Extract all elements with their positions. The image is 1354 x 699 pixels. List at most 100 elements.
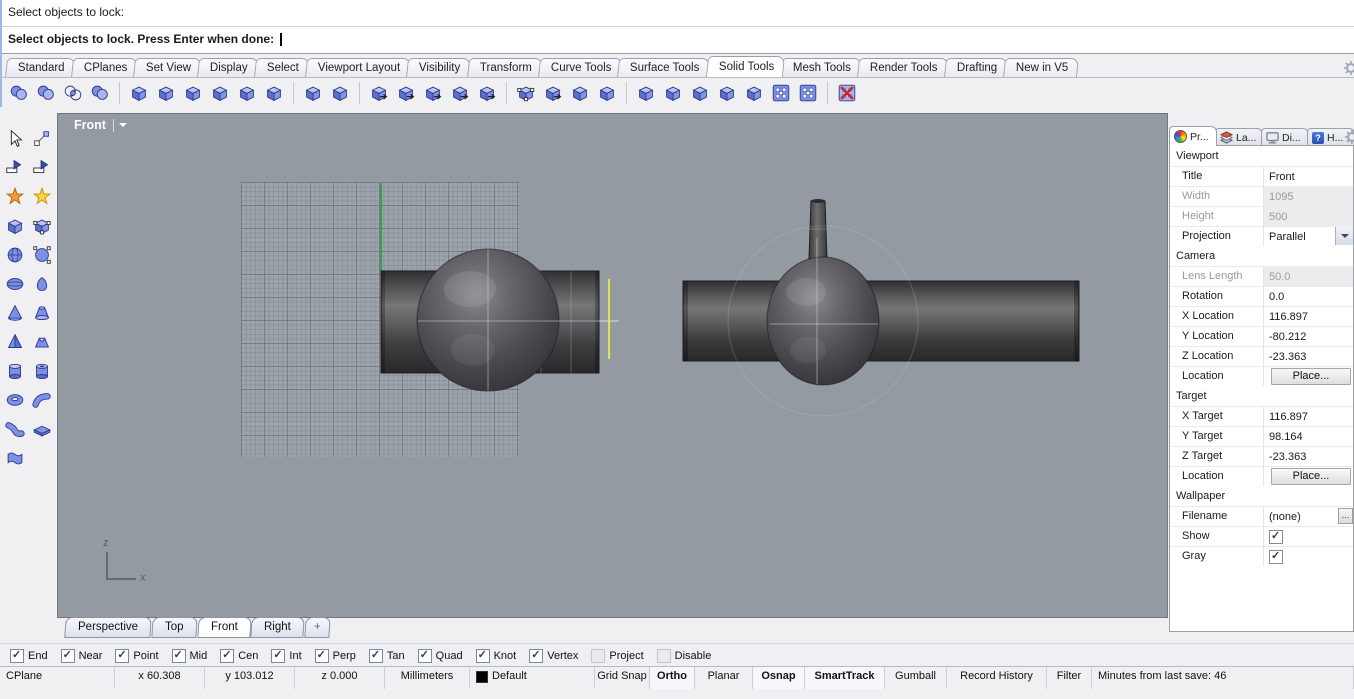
panel-row-value[interactable]: Parallel: [1263, 227, 1353, 246]
menu-tab-set-view[interactable]: Set View: [133, 58, 203, 77]
extrude-both-sides-icon[interactable]: [448, 81, 472, 105]
boolean-intersection-icon[interactable]: [61, 81, 85, 105]
status-minutes-from-last-save-46[interactable]: Minutes from last save: 46: [1092, 667, 1354, 689]
menu-tab-display[interactable]: Display: [197, 58, 260, 77]
move-hole-icon[interactable]: [715, 81, 739, 105]
osnap-item-tan[interactable]: Tan: [368, 648, 405, 663]
checkbox-int[interactable]: [271, 648, 286, 663]
viewport-title-menu[interactable]: Front: [74, 118, 127, 132]
ball-valve-model-right[interactable]: [682, 199, 1080, 417]
solid-points-on-icon[interactable]: [514, 81, 538, 105]
box-icon[interactable]: [301, 81, 325, 105]
control-points-on-icon[interactable]: [30, 127, 54, 151]
place-button[interactable]: Place...: [1271, 368, 1351, 385]
show-objects-icon[interactable]: [30, 156, 54, 180]
menu-tab-render-tools[interactable]: Render Tools: [856, 58, 949, 77]
panel-value-text[interactable]: -23.363: [1269, 448, 1306, 466]
round-hole-icon[interactable]: [634, 81, 658, 105]
status-y-103-012[interactable]: y 103.012: [205, 667, 295, 689]
viewport-tab-right[interactable]: Right: [250, 617, 306, 638]
place-hole-icon[interactable]: [661, 81, 685, 105]
truncated-pyramid-icon[interactable]: [30, 330, 54, 354]
checkbox-cen[interactable]: [220, 648, 235, 663]
checkbox-show[interactable]: [1269, 529, 1283, 544]
checkbox-tan[interactable]: [368, 648, 383, 663]
checkbox-project[interactable]: [591, 648, 606, 663]
boolean-two-objects-icon[interactable]: [88, 81, 112, 105]
box-diagonal-icon[interactable]: [328, 81, 352, 105]
osnap-item-mid[interactable]: Mid: [171, 648, 207, 663]
extrude-to-boundary-icon[interactable]: [475, 81, 499, 105]
checkbox-point[interactable]: [115, 648, 130, 663]
menu-tab-standard[interactable]: Standard: [5, 58, 76, 77]
menu-tab-select[interactable]: Select: [254, 58, 311, 77]
cone-icon[interactable]: [3, 301, 27, 325]
checkbox-disable[interactable]: [656, 648, 671, 663]
status-grid-snap[interactable]: Grid Snap: [595, 667, 650, 689]
status-cplane[interactable]: CPlane: [0, 667, 115, 689]
tab-options-gear-icon[interactable]: [1344, 61, 1354, 75]
boolean-difference-icon[interactable]: [34, 81, 58, 105]
viewport-tab-top[interactable]: Top: [151, 617, 198, 638]
checkbox-vertex[interactable]: [529, 648, 544, 663]
slab-icon[interactable]: [367, 81, 391, 105]
status-record-history[interactable]: Record History: [947, 667, 1047, 689]
array-hole-polar-icon[interactable]: [769, 81, 793, 105]
checkbox-knot[interactable]: [475, 648, 490, 663]
panel-value-text[interactable]: 0.0: [1269, 288, 1284, 306]
panel-row-value[interactable]: Front: [1263, 167, 1353, 186]
extrude-surface-icon[interactable]: [394, 81, 418, 105]
dropdown-arrow-button[interactable]: [1335, 227, 1353, 245]
panel-row-value[interactable]: -23.363: [1263, 447, 1353, 466]
osnap-item-project[interactable]: Project: [591, 648, 644, 663]
status-gumball[interactable]: Gumball: [885, 667, 947, 689]
status-osnap[interactable]: Osnap: [753, 667, 805, 689]
command-prompt-line[interactable]: Select objects to lock. Press Enter when…: [2, 27, 1354, 54]
sphere-fit-points-icon[interactable]: [30, 243, 54, 267]
menu-tab-surface-tools[interactable]: Surface Tools: [617, 58, 711, 77]
array-hole-icon[interactable]: [796, 81, 820, 105]
slab-icon[interactable]: [30, 417, 54, 441]
panel-row-value[interactable]: (none)...: [1263, 507, 1353, 526]
panel-row-value[interactable]: 116.897: [1263, 407, 1353, 426]
rotate-face-icon[interactable]: [595, 81, 619, 105]
osnap-item-near[interactable]: Near: [60, 648, 102, 663]
torus-icon[interactable]: [3, 388, 27, 412]
explode-icon[interactable]: [3, 185, 27, 209]
move-face-icon[interactable]: [541, 81, 565, 105]
menu-tab-new-in-v5[interactable]: New in V5: [1002, 58, 1080, 77]
panel-row-value[interactable]: Place...: [1263, 367, 1353, 386]
osnap-item-point[interactable]: Point: [115, 648, 159, 663]
panel-row-value[interactable]: [1263, 527, 1353, 546]
panel-row-value[interactable]: 0.0: [1263, 287, 1353, 306]
extract-surface-icon[interactable]: [235, 81, 259, 105]
front-viewport[interactable]: Front z x: [57, 113, 1168, 618]
select-pointer-icon[interactable]: [3, 127, 27, 151]
boolean-union-icon[interactable]: [7, 81, 31, 105]
panel-value-text[interactable]: -23.363: [1269, 348, 1306, 366]
ellipsoid-icon[interactable]: [3, 272, 27, 296]
pipe-flat-caps-icon[interactable]: [3, 417, 27, 441]
panel-value-text[interactable]: (none): [1269, 508, 1301, 526]
osnap-item-int[interactable]: Int: [271, 648, 302, 663]
checkbox-perp[interactable]: [314, 648, 329, 663]
osnap-item-cen[interactable]: Cen: [220, 648, 258, 663]
panel-tab-di[interactable]: Di...: [1261, 128, 1309, 146]
polyhedron-icon[interactable]: [154, 81, 178, 105]
box-icon[interactable]: [3, 214, 27, 238]
status-default[interactable]: Default: [470, 667, 595, 689]
menu-tab-transform[interactable]: Transform: [466, 58, 543, 77]
paraboloid-icon[interactable]: [30, 272, 54, 296]
panel-row-value[interactable]: -80.212: [1263, 327, 1353, 346]
pipe-icon[interactable]: [30, 388, 54, 412]
extrude-surface-along-curve-icon[interactable]: [421, 81, 445, 105]
panel-row-value[interactable]: 98.164: [1263, 427, 1353, 446]
shear-solid-icon[interactable]: [568, 81, 592, 105]
menu-tab-cplanes[interactable]: CPlanes: [70, 58, 139, 77]
hide-objects-icon[interactable]: [3, 156, 27, 180]
osnap-item-vertex[interactable]: Vertex: [529, 648, 578, 663]
browse-button[interactable]: ...: [1338, 508, 1353, 524]
wedge-icon[interactable]: [688, 81, 712, 105]
sphere-icon[interactable]: [3, 243, 27, 267]
panel-row-value[interactable]: [1263, 547, 1353, 566]
